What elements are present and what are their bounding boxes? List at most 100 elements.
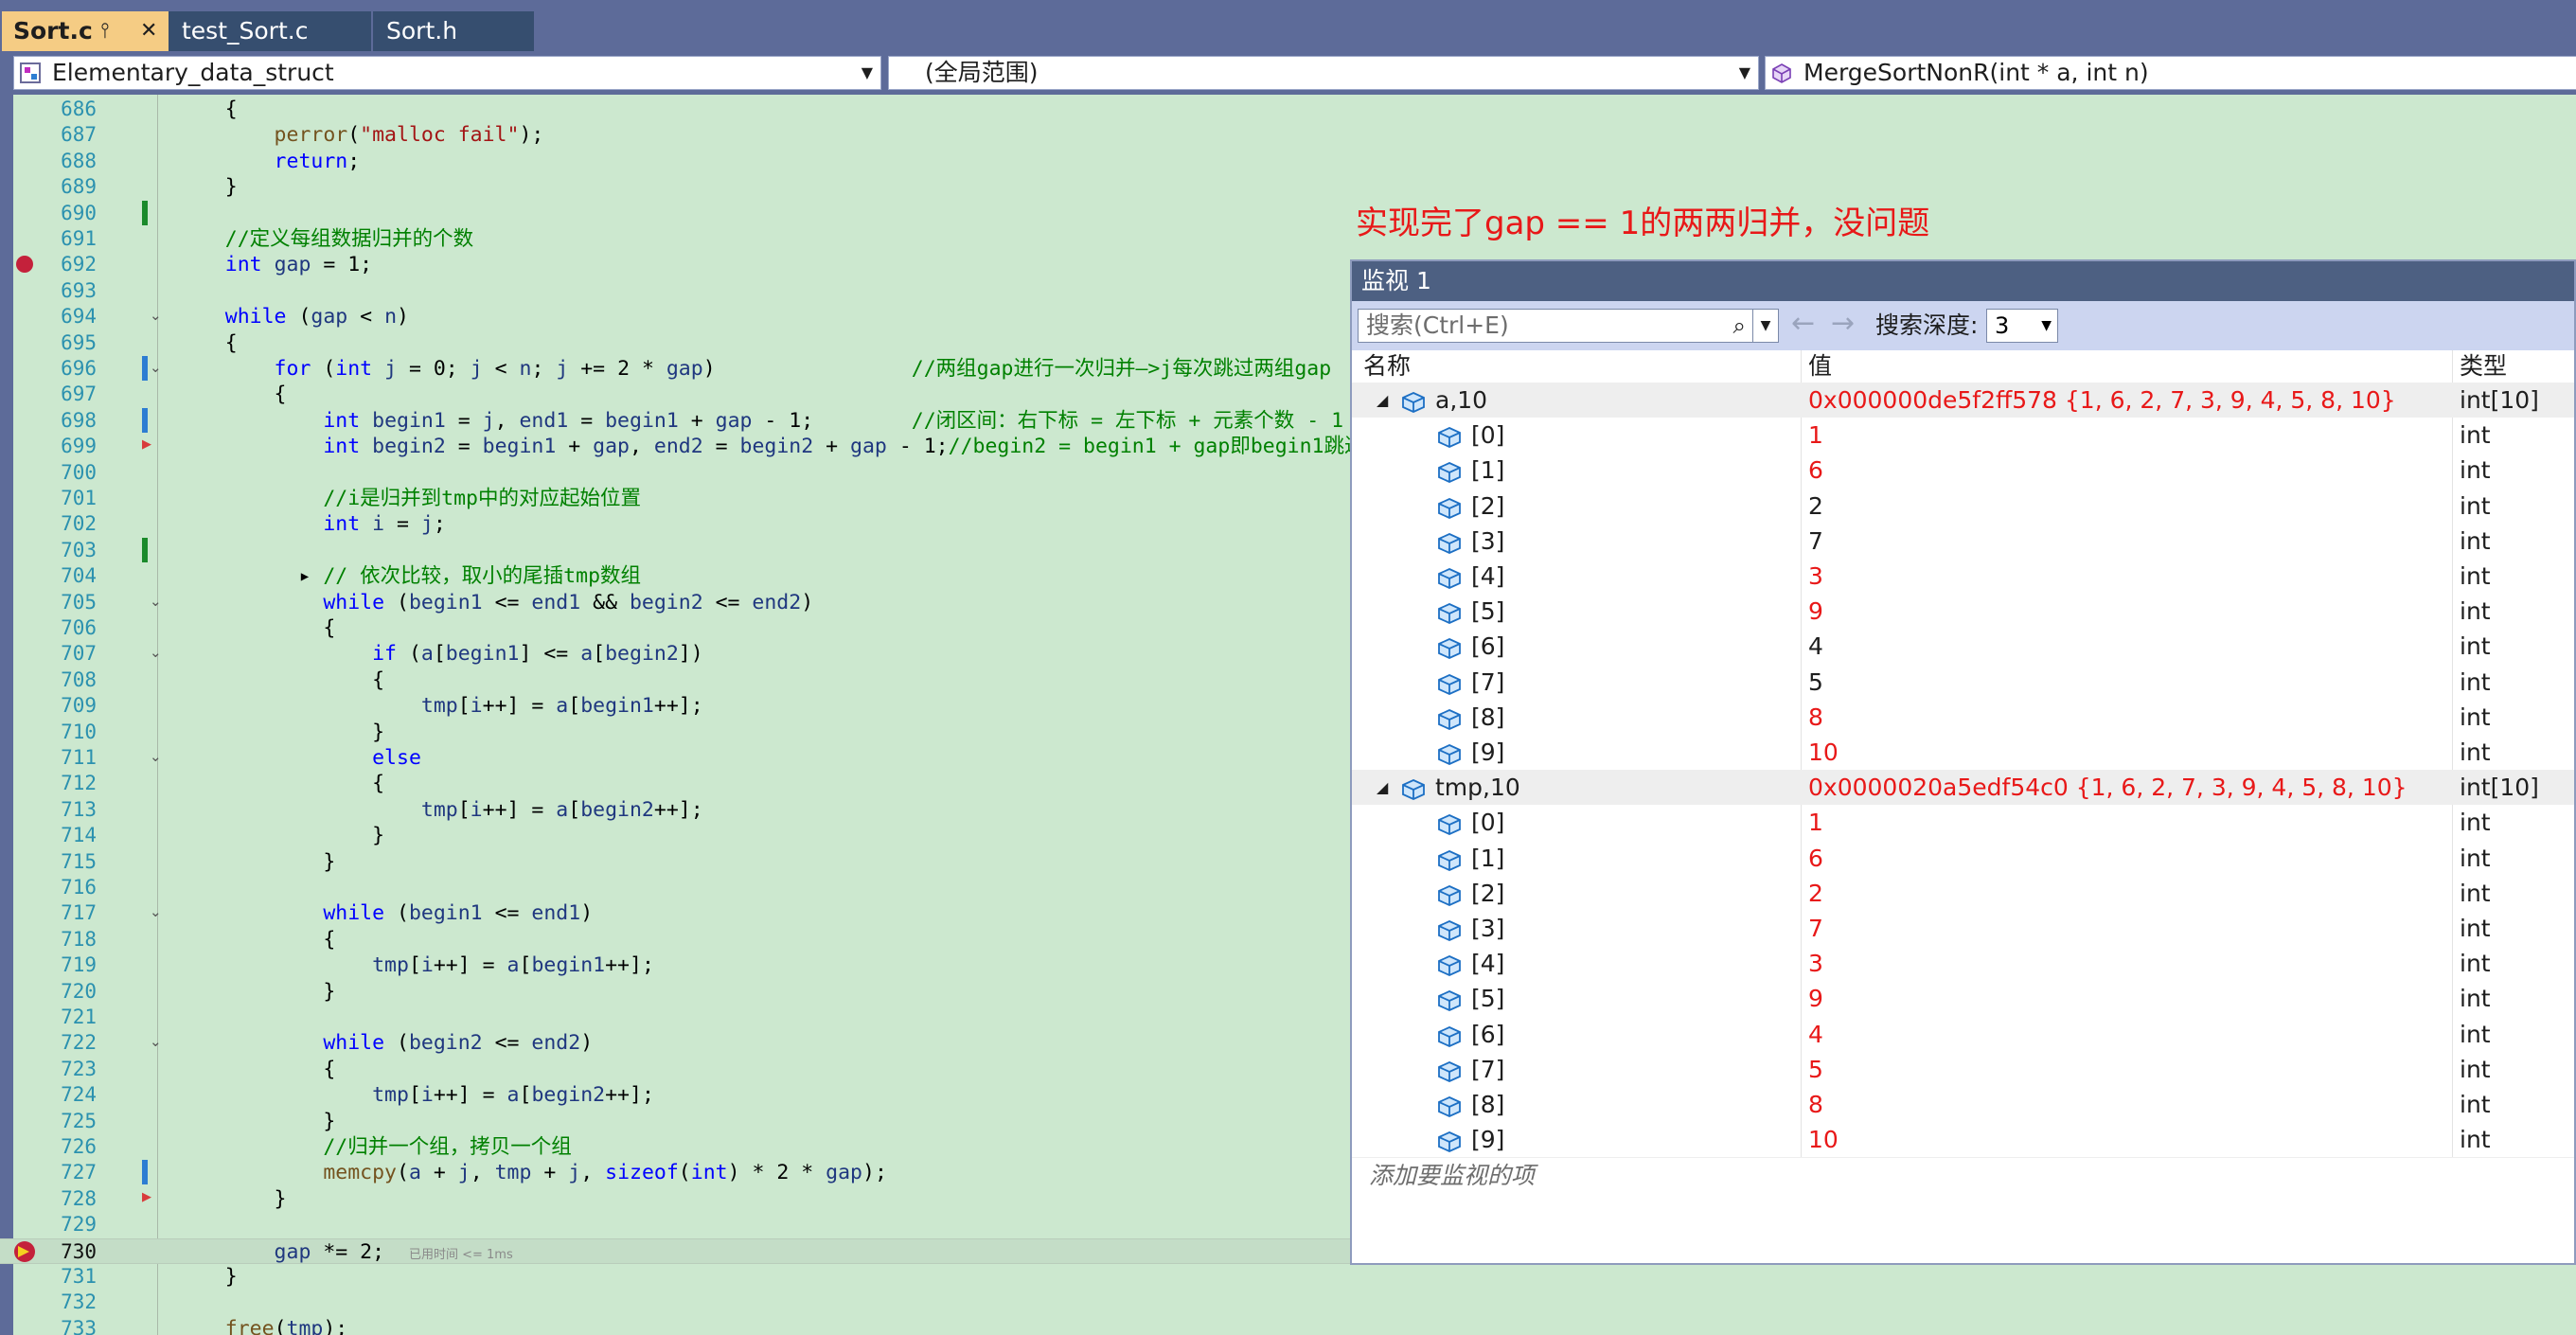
search-depth-dropdown[interactable]: 3 ▼ bbox=[1986, 309, 2058, 343]
code-line[interactable]: 688 return; bbox=[0, 149, 1354, 174]
code-line[interactable]: 728 } ▶ bbox=[0, 1186, 1354, 1212]
code-line[interactable]: 687 perror("malloc fail"); bbox=[0, 122, 1354, 148]
code-line[interactable]: 690 bbox=[0, 200, 1354, 226]
code-line[interactable]: 732 bbox=[0, 1290, 1354, 1315]
code-line[interactable]: 696 for (int j = 0; j < n; j += 2 * gap)… bbox=[0, 356, 1354, 382]
search-icon[interactable]: ⌕ bbox=[1733, 310, 1746, 342]
watch-element-row[interactable]: [7] 5 int bbox=[1352, 1052, 2574, 1087]
code-line[interactable]: 701 //i是归并到tmp中的对应起始位置 bbox=[0, 486, 1354, 511]
watch-value[interactable]: 9 bbox=[1808, 981, 1823, 1016]
fold-chevron-icon[interactable]: ⌄ bbox=[150, 359, 162, 376]
watch-value[interactable]: 8 bbox=[1808, 1087, 1823, 1122]
code-line[interactable]: 711 else ⌄ bbox=[0, 745, 1354, 771]
watch-value[interactable]: 2 bbox=[1808, 876, 1823, 911]
watch-value[interactable]: 4 bbox=[1808, 1017, 1823, 1052]
watch-value[interactable]: 5 bbox=[1808, 1052, 1823, 1087]
code-line[interactable]: 702 int i = j; bbox=[0, 511, 1354, 537]
fold-chevron-icon[interactable]: ⌄ bbox=[150, 748, 162, 765]
code-line[interactable]: 703 bbox=[0, 537, 1354, 563]
watch-element-row[interactable]: [6] 4 int bbox=[1352, 1017, 2574, 1052]
pin-icon[interactable]: ⫯ bbox=[100, 11, 110, 51]
code-line[interactable]: 721 bbox=[0, 1005, 1354, 1030]
watch-variable-row[interactable]: ◢ a,10 0x000000de5f2ff578 {1, 6, 2, 7, 3, … bbox=[1352, 383, 2574, 418]
watch-value[interactable]: 6 bbox=[1808, 453, 1823, 488]
fold-chevron-icon[interactable]: ⌄ bbox=[150, 593, 162, 610]
watch-element-row[interactable]: [4] 3 int bbox=[1352, 559, 2574, 594]
watch-element-row[interactable]: [4] 3 int bbox=[1352, 946, 2574, 981]
close-icon[interactable]: ✕ bbox=[140, 11, 157, 51]
watch-element-row[interactable]: [2] 2 int bbox=[1352, 489, 2574, 524]
code-line[interactable]: 716 bbox=[0, 875, 1354, 900]
code-line[interactable]: 727 memcpy(a + j, tmp + j, sizeof(int) *… bbox=[0, 1160, 1354, 1185]
watch-value[interactable]: 3 bbox=[1808, 559, 1823, 594]
watch-value[interactable]: 3 bbox=[1808, 946, 1823, 981]
watch-search-input[interactable]: 搜索(Ctrl+E) ⌕ ▼ bbox=[1358, 309, 1779, 343]
fold-chevron-icon[interactable]: ⌄ bbox=[150, 903, 162, 920]
watch-variable-row[interactable]: ◢ tmp,10 0x0000020a5edf54c0 {1, 6, 2, 7, 3… bbox=[1352, 770, 2574, 806]
watch-value[interactable]: 4 bbox=[1808, 629, 1823, 664]
watch-element-row[interactable]: [3] 7 int bbox=[1352, 911, 2574, 946]
code-line[interactable]: 723 { bbox=[0, 1057, 1354, 1082]
watch-value[interactable]: 5 bbox=[1808, 665, 1823, 700]
watch-value[interactable]: 0x0000020a5edf54c0 {1, 6, 2, 7, 3, 9, 4,… bbox=[1808, 770, 2407, 805]
code-line[interactable]: 704 ▸ // 依次比较，取小的尾插tmp数组 bbox=[0, 563, 1354, 589]
code-line[interactable]: 692 int gap = 1; bbox=[0, 252, 1354, 277]
collapse-triangle-icon[interactable]: ◢ bbox=[1377, 770, 1388, 805]
code-line[interactable]: 724 tmp[i++] = a[begin2++]; bbox=[0, 1082, 1354, 1108]
project-dropdown[interactable]: Elementary_data_struct ▼ bbox=[13, 56, 881, 90]
fold-chevron-icon[interactable]: ⌄ bbox=[150, 1033, 162, 1050]
column-header-name[interactable]: 名称 bbox=[1363, 350, 1411, 383]
watch-element-row[interactable]: [5] 9 int bbox=[1352, 594, 2574, 629]
code-line[interactable]: 726 //归并一个组，拷贝一个组 bbox=[0, 1134, 1354, 1160]
code-line[interactable]: 717 while (begin1 <= end1) ⌄ bbox=[0, 900, 1354, 926]
code-line[interactable]: 730 gap *= 2; 已用时间 <= 1ms bbox=[0, 1237, 1354, 1264]
code-line[interactable]: 705 while (begin1 <= end1 && begin2 <= e… bbox=[0, 590, 1354, 615]
watch-element-row[interactable]: [0] 1 int bbox=[1352, 805, 2574, 840]
code-line[interactable]: 731 } bbox=[0, 1264, 1354, 1290]
watch-value[interactable]: 10 bbox=[1808, 1122, 1839, 1157]
function-dropdown[interactable]: MergeSortNonR(int * a, int n) bbox=[1765, 56, 2576, 90]
collapse-triangle-icon[interactable]: ◢ bbox=[1377, 383, 1388, 418]
watch-element-row[interactable]: [1] 6 int bbox=[1352, 841, 2574, 876]
tab-sort-h[interactable]: Sort.h bbox=[373, 11, 534, 51]
watch-element-row[interactable]: [2] 2 int bbox=[1352, 876, 2574, 911]
code-line[interactable]: 698 int begin1 = j, end1 = begin1 + gap … bbox=[0, 407, 1354, 434]
watch-element-row[interactable]: [3] 7 int bbox=[1352, 524, 2574, 559]
code-line[interactable]: 733 free(tmp); bbox=[0, 1316, 1354, 1335]
fold-chevron-icon[interactable]: ⌄ bbox=[150, 307, 162, 324]
watch-element-row[interactable]: [6] 4 int bbox=[1352, 629, 2574, 664]
watch-value[interactable]: 2 bbox=[1808, 489, 1823, 524]
watch-element-row[interactable]: [9] 10 int bbox=[1352, 735, 2574, 770]
watch-element-row[interactable]: [8] 8 int bbox=[1352, 700, 2574, 735]
watch-value[interactable]: 8 bbox=[1808, 700, 1823, 735]
code-line[interactable]: 697 { bbox=[0, 382, 1354, 407]
watch-value[interactable]: 7 bbox=[1808, 911, 1823, 946]
code-line[interactable]: 720 } bbox=[0, 979, 1354, 1005]
code-line[interactable]: 722 while (begin2 <= end2) ⌄ bbox=[0, 1030, 1354, 1056]
add-watch-item-input[interactable]: 添加要监视的项 bbox=[1352, 1157, 2574, 1192]
code-line[interactable]: 707 if (a[begin1] <= a[begin2]) ⌄ bbox=[0, 641, 1354, 667]
column-header-value[interactable]: 值 bbox=[1808, 350, 1832, 383]
code-line[interactable]: 686 { bbox=[0, 97, 1354, 122]
code-line[interactable]: 715 } bbox=[0, 849, 1354, 875]
watch-value[interactable]: 0x000000de5f2ff578 {1, 6, 2, 7, 3, 9, 4,… bbox=[1808, 383, 2396, 418]
code-line[interactable]: 700 bbox=[0, 460, 1354, 486]
watch-element-row[interactable]: [9] 10 int bbox=[1352, 1122, 2574, 1157]
watch-value[interactable]: 6 bbox=[1808, 841, 1823, 876]
code-line[interactable]: 694 while (gap < n) ⌄ bbox=[0, 304, 1354, 329]
code-editor[interactable]: 686 {687 perror("malloc fail"); 688 retur… bbox=[0, 95, 1354, 1335]
code-line[interactable]: 689 } bbox=[0, 174, 1354, 200]
watch-element-row[interactable]: [8] 8 int bbox=[1352, 1087, 2574, 1122]
code-line[interactable]: 699 int begin2 = begin1 + gap, end2 = be… bbox=[0, 434, 1354, 459]
code-line[interactable]: 709 tmp[i++] = a[begin1++]; bbox=[0, 693, 1354, 719]
watch-element-row[interactable]: [5] 9 int bbox=[1352, 981, 2574, 1016]
tab-sort-c[interactable]: Sort.c ⫯ ✕ bbox=[2, 11, 169, 51]
fold-chevron-icon[interactable]: ⌄ bbox=[150, 644, 162, 661]
watch-element-row[interactable]: [1] 6 int bbox=[1352, 453, 2574, 488]
code-line[interactable]: 718 { bbox=[0, 927, 1354, 952]
code-line[interactable]: 693 bbox=[0, 278, 1354, 304]
watch-value[interactable]: 1 bbox=[1808, 805, 1823, 840]
back-arrow-icon[interactable]: ← bbox=[1791, 307, 1815, 340]
code-line[interactable]: 719 tmp[i++] = a[begin1++]; bbox=[0, 952, 1354, 978]
watch-element-row[interactable]: [0] 1 int bbox=[1352, 418, 2574, 453]
